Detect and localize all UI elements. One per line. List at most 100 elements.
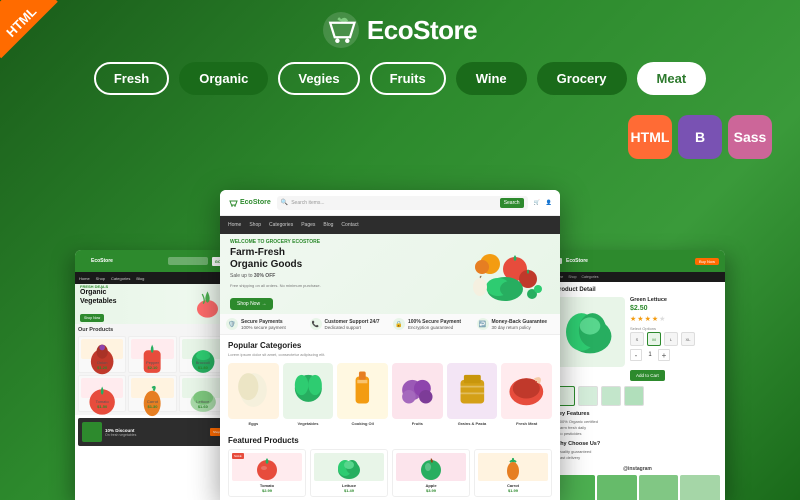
category-meat[interactable]: Fresh Meat	[501, 363, 552, 426]
star-2: ★	[637, 315, 643, 323]
left-p0-img	[81, 339, 123, 359]
left-product-3[interactable]: Tomato $1.50	[78, 375, 126, 412]
nav-pill-fruits[interactable]: Fruits	[370, 62, 446, 95]
hero-vegetables-svg	[460, 239, 550, 309]
html-tech-badge: HTML	[628, 115, 672, 159]
fruits-name: Fruits	[392, 421, 443, 426]
key-features-title: Key Features	[555, 411, 720, 417]
feat-carrot[interactable]: Carrot $1.99	[474, 449, 552, 497]
left-product-1[interactable]: Pepper $2.10	[128, 336, 176, 373]
center-categories-section: Popular Categories Lorem ipsum dolor sit…	[220, 335, 560, 430]
header: EcoStore Fresh Organic Vegies Fruits Win…	[0, 12, 800, 95]
nav-pill-organic[interactable]: Organic	[179, 62, 268, 95]
left-banner-btn[interactable]: Shop Now	[80, 314, 104, 322]
hero-btn[interactable]: Shop Now →	[230, 298, 273, 310]
feat-carrot-price: $1.99	[478, 488, 548, 493]
center-account-icon: 👤	[546, 200, 552, 206]
insta-img-4[interactable]	[680, 475, 720, 500]
option-s[interactable]: S	[630, 332, 644, 346]
feat-apple-img	[396, 453, 466, 481]
category-grains[interactable]: Grains & Pasta	[447, 363, 498, 426]
quantity-area: - 1 +	[630, 349, 720, 361]
left-p5-img	[182, 378, 224, 398]
option-xl[interactable]: XL	[681, 332, 695, 346]
category-oil[interactable]: Cooking Oil	[337, 363, 388, 426]
category-vegetables[interactable]: Vegetables	[283, 363, 334, 426]
oil-name: Cooking Oil	[337, 421, 388, 426]
featured-title: Featured Products	[228, 436, 552, 445]
nav-pill-meat[interactable]: Meat	[637, 62, 707, 95]
option-m[interactable]: M	[647, 332, 661, 346]
feat-tomato-price: $2.99	[232, 488, 302, 493]
left-p4-img	[131, 378, 173, 398]
thumb-2[interactable]	[578, 386, 598, 406]
left-search-bar	[168, 257, 208, 265]
insta-img-1[interactable]	[555, 475, 595, 500]
left-screen-header: EcoStore GO	[75, 250, 230, 272]
left-product-0[interactable]: Onion $1.20	[78, 336, 126, 373]
hero-tag: WELCOME TO GROCERY ECOSTORE	[230, 239, 460, 245]
meat-name: Fresh Meat	[501, 421, 552, 426]
add-to-cart-button[interactable]: Add to Cart	[630, 370, 665, 381]
center-search-button[interactable]: Search	[500, 198, 524, 208]
left-banner-title: OrganicVegetables	[80, 289, 190, 306]
qty-plus[interactable]: +	[658, 349, 670, 361]
fruits-img	[392, 363, 443, 419]
center-nav-shop[interactable]: Shop	[249, 222, 261, 228]
instagram-grid	[555, 475, 720, 500]
right-buy-btn[interactable]: Buy Now	[695, 258, 719, 265]
screenshots-area: EcoStore GO Home Shop Categories Blog FR…	[0, 100, 800, 500]
nav-pill-wine[interactable]: Wine	[456, 62, 527, 95]
left-p1-img	[131, 339, 173, 359]
nav-pill-fresh[interactable]: Fresh	[94, 62, 169, 95]
product-main-image	[555, 297, 625, 367]
nav-pills: Fresh Organic Vegies Fruits Wine Grocery…	[94, 62, 706, 95]
feature-return-desc: 30 day return policy	[492, 325, 548, 330]
return-icon: ↩️	[477, 318, 489, 330]
right-header: EcoStore Buy Now	[550, 250, 725, 272]
left-nav-cat: Categories	[111, 276, 130, 281]
product-detail-area: Green Lettuce $2.50 ★ ★ ★ ★ ★ Select Opt…	[555, 297, 720, 382]
center-search[interactable]: 🔍 Search items... Search	[277, 196, 528, 210]
left-screen: EcoStore GO Home Shop Categories Blog FR…	[75, 250, 230, 500]
oil-img	[337, 363, 388, 419]
html-badge-wrap: HTML	[0, 0, 60, 60]
nav-pill-grocery[interactable]: Grocery	[537, 62, 627, 95]
feat-lettuce[interactable]: Lettuce $1.49	[310, 449, 388, 497]
product-info: Green Lettuce $2.50 ★ ★ ★ ★ ★ Select Opt…	[630, 297, 720, 382]
right-body: Product Detail Green Lettuce $2.50	[550, 282, 725, 500]
why-us-section: Why Choose Us? • Quality guaranteed• Fas…	[555, 441, 720, 461]
feature-return-title: Money-Back Guarantee	[492, 319, 548, 325]
category-fruits[interactable]: Fruits	[392, 363, 443, 426]
eggs-img	[228, 363, 279, 419]
nav-pill-vegies[interactable]: Vegies	[278, 62, 359, 95]
center-logo-icon	[228, 198, 238, 208]
right-section-title: Product Detail	[555, 287, 720, 293]
feature-encryption-title: 100% Secure Payment	[408, 319, 461, 325]
search-icon: 🔍	[281, 199, 288, 206]
meat-img	[501, 363, 552, 419]
category-eggs[interactable]: Eggs	[228, 363, 279, 426]
feat-tomato[interactable]: SALE Tomato $2.99	[228, 449, 306, 497]
thumb-4[interactable]	[624, 386, 644, 406]
option-l[interactable]: L	[664, 332, 678, 346]
thumb-3[interactable]	[601, 386, 621, 406]
center-topbar: EcoStore 🔍 Search items... Search 🛒 👤	[220, 190, 560, 216]
left-product-4[interactable]: Carrot $1.30	[128, 375, 176, 412]
center-nav-home[interactable]: Home	[228, 222, 241, 228]
star-4: ★	[652, 315, 658, 323]
center-nav-pages[interactable]: Pages	[301, 222, 315, 228]
center-nav-categories[interactable]: Categories	[269, 222, 293, 228]
insta-img-2[interactable]	[597, 475, 637, 500]
featured-grid: SALE Tomato $2.99	[228, 449, 552, 497]
feat-apple[interactable]: Apple $3.99	[392, 449, 470, 497]
feature-support: 📞 Customer Support 24/7 Dedicated suppor…	[310, 318, 388, 330]
star-1: ★	[630, 315, 636, 323]
insta-img-3[interactable]	[639, 475, 679, 500]
qty-minus[interactable]: -	[630, 349, 642, 361]
categories-subtitle: Lorem ipsum dolor sit amet, consectetur …	[228, 352, 552, 357]
left-logo-sm	[81, 258, 87, 264]
center-nav-contact[interactable]: Contact	[341, 222, 358, 228]
center-logo: EcoStore	[228, 198, 271, 208]
center-nav-blog[interactable]: Blog	[323, 222, 333, 228]
